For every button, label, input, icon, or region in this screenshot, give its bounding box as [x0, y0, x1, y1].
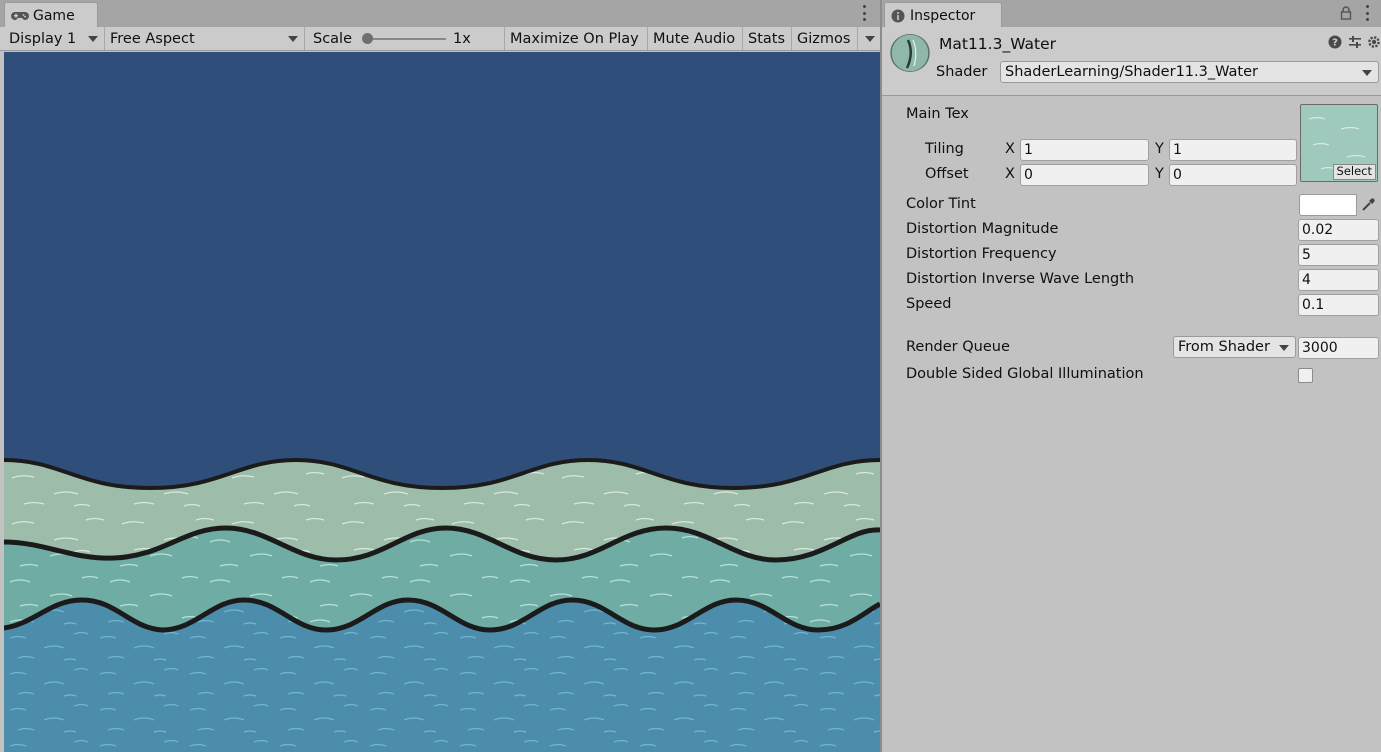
main-tex-slot[interactable]: Select [1300, 104, 1378, 182]
scale-slider-track[interactable] [368, 38, 446, 40]
dsgi-label: Double Sided Global Illumination [906, 366, 1144, 382]
help-icon[interactable]: ? [1328, 35, 1342, 49]
distortion-magnitude-field[interactable]: 0.02 [1298, 219, 1379, 241]
info-icon [891, 9, 905, 22]
inspector-tabbar: Inspector [882, 0, 1381, 28]
game-window: Game Display 1 Free Aspect Scale 1x Maxi… [0, 0, 881, 752]
game-tabbar: Game [0, 0, 881, 28]
dsgi-checkbox[interactable] [1298, 368, 1313, 383]
tiling-x-label: X [1005, 141, 1015, 157]
render-queue-dropdown[interactable]: From Shader [1173, 336, 1296, 358]
preset-icon[interactable] [1348, 35, 1362, 49]
scale-value: 1x [453, 31, 471, 47]
game-viewport[interactable] [4, 52, 880, 752]
chevron-down-icon [865, 36, 875, 42]
mute-audio-toggle[interactable]: Mute Audio [648, 27, 743, 50]
shader-label: Shader [936, 64, 988, 80]
tab-inspector[interactable]: Inspector [884, 2, 1002, 28]
stats-label: Stats [748, 30, 786, 47]
shader-dropdown[interactable]: ShaderLearning/Shader11.3_Water [1000, 61, 1379, 83]
chevron-down-icon [1279, 345, 1289, 351]
mute-audio-label: Mute Audio [653, 30, 736, 47]
distortion-frequency-label: Distortion Frequency [906, 246, 1057, 262]
distortion-frequency-field[interactable]: 5 [1298, 244, 1379, 266]
color-tint-label: Color Tint [906, 196, 976, 212]
scale-label: Scale [313, 30, 353, 47]
display-dropdown[interactable]: Display 1 [4, 27, 105, 50]
tiling-label: Tiling [925, 141, 964, 157]
game-menu-icon[interactable] [861, 5, 867, 21]
gamepad-icon [11, 11, 29, 20]
tiling-x-field[interactable]: 1 [1020, 139, 1149, 161]
tab-game[interactable]: Game [4, 2, 98, 28]
offset-x-field[interactable]: 0 [1020, 164, 1149, 186]
shader-dropdown-value: ShaderLearning/Shader11.3_Water [1005, 64, 1258, 80]
chevron-down-icon [1362, 70, 1372, 76]
material-header: Mat11.3_Water ? Shader ShaderLearning/Sh… [882, 27, 1381, 96]
offset-y-label: Y [1155, 166, 1164, 182]
maximize-on-play-label: Maximize On Play [510, 30, 639, 47]
render-queue-label: Render Queue [906, 339, 1010, 355]
inspector-menu-icon[interactable] [1364, 5, 1370, 21]
speed-field[interactable]: 0.1 [1298, 294, 1379, 316]
gizmos-label: Gizmos [797, 30, 851, 47]
stats-toggle[interactable]: Stats [743, 27, 792, 50]
color-tint-swatch[interactable] [1299, 194, 1357, 216]
render-queue-field[interactable]: 3000 [1298, 337, 1379, 359]
aspect-dropdown[interactable]: Free Aspect [105, 27, 305, 50]
aspect-dropdown-label: Free Aspect [110, 30, 195, 47]
svg-text:?: ? [1332, 38, 1338, 49]
game-toolbar: Display 1 Free Aspect Scale 1x Maximize … [0, 27, 881, 51]
main-tex-label: Main Tex [906, 106, 969, 122]
gear-icon[interactable] [1367, 35, 1381, 49]
speed-label: Speed [906, 296, 952, 312]
distortion-inverse-wave-length-field[interactable]: 4 [1298, 269, 1379, 291]
eyedropper-icon[interactable] [1357, 194, 1379, 216]
tab-inspector-label: Inspector [910, 7, 976, 24]
tiling-y-label: Y [1155, 141, 1164, 157]
offset-y-field[interactable]: 0 [1169, 164, 1297, 186]
tiling-y-field[interactable]: 1 [1169, 139, 1297, 161]
distortion-magnitude-label: Distortion Magnitude [906, 221, 1059, 237]
distortion-inverse-wave-length-label: Distortion Inverse Wave Length [906, 271, 1135, 287]
tab-game-label: Game [33, 7, 75, 24]
gizmos-dropdown[interactable] [858, 27, 881, 50]
chevron-down-icon [288, 36, 298, 42]
water-scene [4, 52, 880, 752]
material-name: Mat11.3_Water [939, 35, 1057, 53]
maximize-on-play-toggle[interactable]: Maximize On Play [505, 27, 648, 50]
gizmos-toggle[interactable]: Gizmos [792, 27, 858, 50]
chevron-down-icon [88, 36, 98, 42]
select-texture-button[interactable]: Select [1332, 164, 1376, 180]
display-dropdown-label: Display 1 [9, 30, 77, 47]
offset-x-label: X [1005, 166, 1015, 182]
scale-slider-handle[interactable] [362, 33, 373, 44]
material-preview-icon [890, 34, 930, 72]
offset-label: Offset [925, 166, 969, 182]
render-queue-mode: From Shader [1178, 339, 1270, 355]
lock-icon[interactable] [1339, 6, 1353, 20]
inspector-window: Inspector Mat11.3_Water ? Shader ShaderL… [882, 0, 1381, 752]
